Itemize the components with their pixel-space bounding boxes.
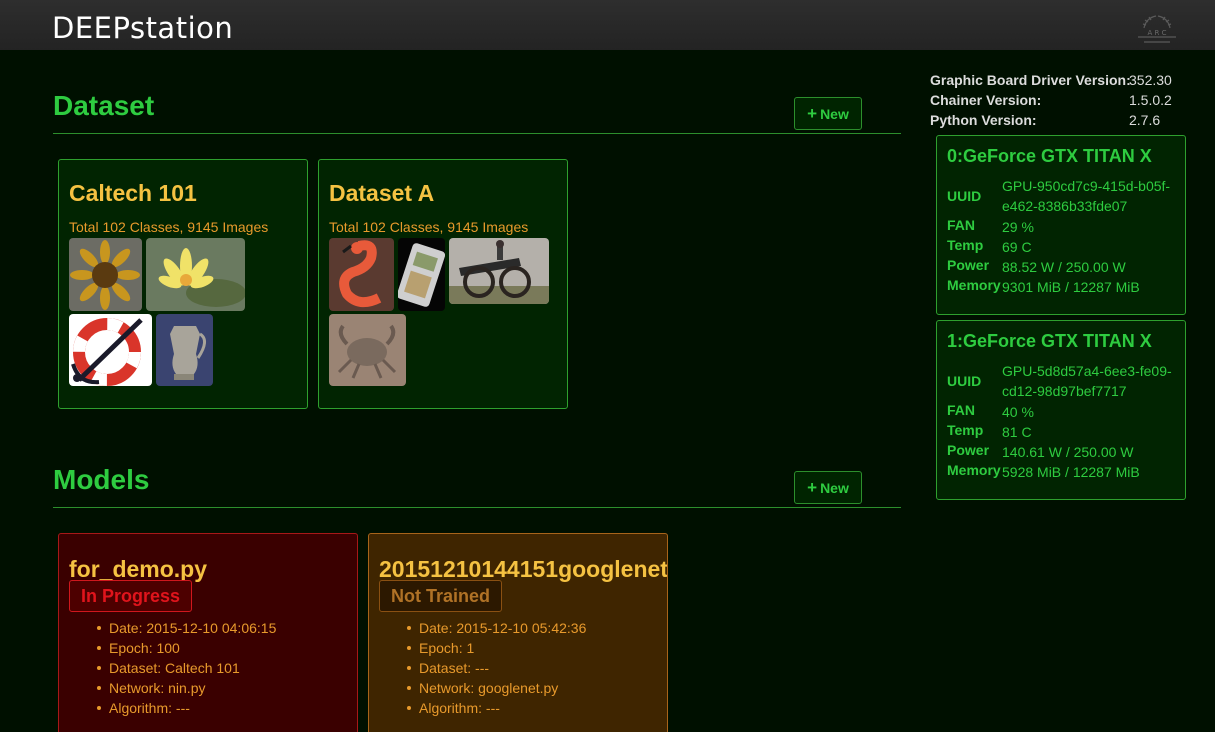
model-epoch: Epoch: 100: [96, 638, 276, 658]
brand-title[interactable]: DEEPstation: [52, 14, 233, 43]
model-date: Date: 2015-12-10 05:42:36: [406, 618, 586, 638]
gpu-card-1: 1:GeForce GTX TITAN X UUID GPU-5d8d57a4-…: [936, 320, 1186, 500]
dataset-section-title: Dataset: [53, 90, 155, 121]
gpu-fan-value: 40 %: [1002, 404, 1034, 420]
dataset-card-info: Total 102 Classes, 9145 Images: [329, 219, 529, 235]
model-card-googlenet[interactable]: 20151210144151googlenet Not Trained Date…: [368, 533, 668, 732]
sunflower-thumbnail: [69, 238, 142, 311]
model-algorithm: Algorithm: ---: [96, 698, 276, 718]
gpu-card-0: 0:GeForce GTX TITAN X UUID GPU-950cd7c9-…: [936, 135, 1186, 315]
chainer-version-label: Chainer Version:: [930, 92, 1042, 108]
gpu-fan-label: FAN: [947, 402, 975, 418]
gpu-memory-label: Memory: [947, 462, 1001, 478]
pitcher-thumbnail: [156, 314, 213, 386]
arc-logo-icon: A R C: [1138, 15, 1176, 43]
model-details-list: Date: 2015-12-10 05:42:36 Epoch: 1 Datas…: [406, 618, 586, 718]
model-network: Network: googlenet.py: [406, 678, 586, 698]
crab-thumbnail: [329, 314, 406, 386]
dataset-divider: [53, 133, 901, 134]
dataset-card-dataset-a[interactable]: Dataset A Total 102 Classes, 9145 Images: [318, 159, 568, 409]
gpu-power-label: Power: [947, 442, 990, 458]
model-date: Date: 2015-12-10 04:06:15: [96, 618, 276, 638]
driver-version-label: Graphic Board Driver Version:: [930, 72, 1131, 88]
model-details-list: Date: 2015-12-10 04:06:15 Epoch: 100 Dat…: [96, 618, 276, 718]
gpu-title: 1:GeForce GTX TITAN X: [947, 331, 1152, 351]
gpu-temp-label: Temp: [947, 237, 984, 253]
python-version-value: 2.7.6: [1129, 112, 1161, 128]
model-card-title: for_demo.py: [69, 556, 208, 582]
model-network: Network: nin.py: [96, 678, 276, 698]
gpu-power-value: 140.61 W / 250.00 W: [1002, 444, 1134, 460]
gpu-uuid-value: GPU-5d8d57a4-6ee3-fe09-cd12-98d97bef7717: [1002, 363, 1172, 399]
gpu-memory-label: Memory: [947, 277, 1001, 293]
anchor-thumbnail: [69, 314, 152, 386]
plus-icon: +: [807, 104, 818, 123]
new-dataset-button[interactable]: + New: [794, 97, 862, 130]
water-lily-thumbnail: [146, 238, 245, 311]
gpu-fan-value: 29 %: [1002, 219, 1034, 235]
gpu-uuid-label: UUID: [947, 373, 982, 389]
gpu-uuid-label: UUID: [947, 188, 982, 204]
chainer-version-value: 1.5.0.2: [1129, 92, 1172, 108]
gpu-memory-value: 9301 MiB / 12287 MiB: [1002, 279, 1140, 295]
models-divider: [53, 507, 901, 508]
device-thumbnail: [398, 238, 445, 311]
dataset-card-caltech[interactable]: Caltech 101 Total 102 Classes, 9145 Imag…: [58, 159, 308, 409]
cannon-thumbnail: [449, 238, 549, 304]
gpu-title: 0:GeForce GTX TITAN X: [947, 146, 1152, 166]
flamingo-thumbnail: [329, 238, 394, 311]
python-version-label: Python Version:: [930, 112, 1037, 128]
gpu-temp-value: 81 C: [1002, 424, 1032, 440]
logo-text: A R C: [1148, 29, 1167, 37]
driver-version-value: 352.30: [1129, 72, 1172, 88]
plus-icon: +: [807, 478, 818, 497]
gpu-uuid-value: GPU-950cd7c9-415d-b05f-e462-8386b33fde07: [1002, 178, 1171, 214]
gpu-temp-label: Temp: [947, 422, 984, 438]
model-epoch: Epoch: 1: [406, 638, 586, 658]
gpu-power-label: Power: [947, 257, 990, 273]
models-section-title: Models: [53, 464, 150, 495]
status-badge: In Progress: [69, 580, 193, 612]
new-model-button[interactable]: + New: [794, 471, 862, 504]
new-dataset-label: New: [820, 105, 849, 122]
top-bar: DEEPstation A R C: [0, 0, 1215, 50]
gpu-fan-label: FAN: [947, 217, 975, 233]
model-dataset: Dataset: Caltech 101: [96, 658, 276, 678]
model-card-title: 20151210144151googlenet: [379, 556, 668, 582]
dataset-card-title: Caltech 101: [69, 180, 197, 206]
model-card-for-demo[interactable]: for_demo.py In Progress Date: 2015-12-10…: [58, 533, 358, 732]
model-dataset: Dataset: ---: [406, 658, 586, 678]
gpu-memory-value: 5928 MiB / 12287 MiB: [1002, 464, 1140, 480]
gpu-power-value: 88.52 W / 250.00 W: [1002, 259, 1126, 275]
dataset-card-title: Dataset A: [329, 180, 435, 206]
dataset-card-info: Total 102 Classes, 9145 Images: [69, 219, 269, 235]
new-model-label: New: [820, 479, 849, 496]
status-badge: Not Trained: [379, 580, 503, 612]
gpu-temp-value: 69 C: [1002, 239, 1032, 255]
model-algorithm: Algorithm: ---: [406, 698, 586, 718]
